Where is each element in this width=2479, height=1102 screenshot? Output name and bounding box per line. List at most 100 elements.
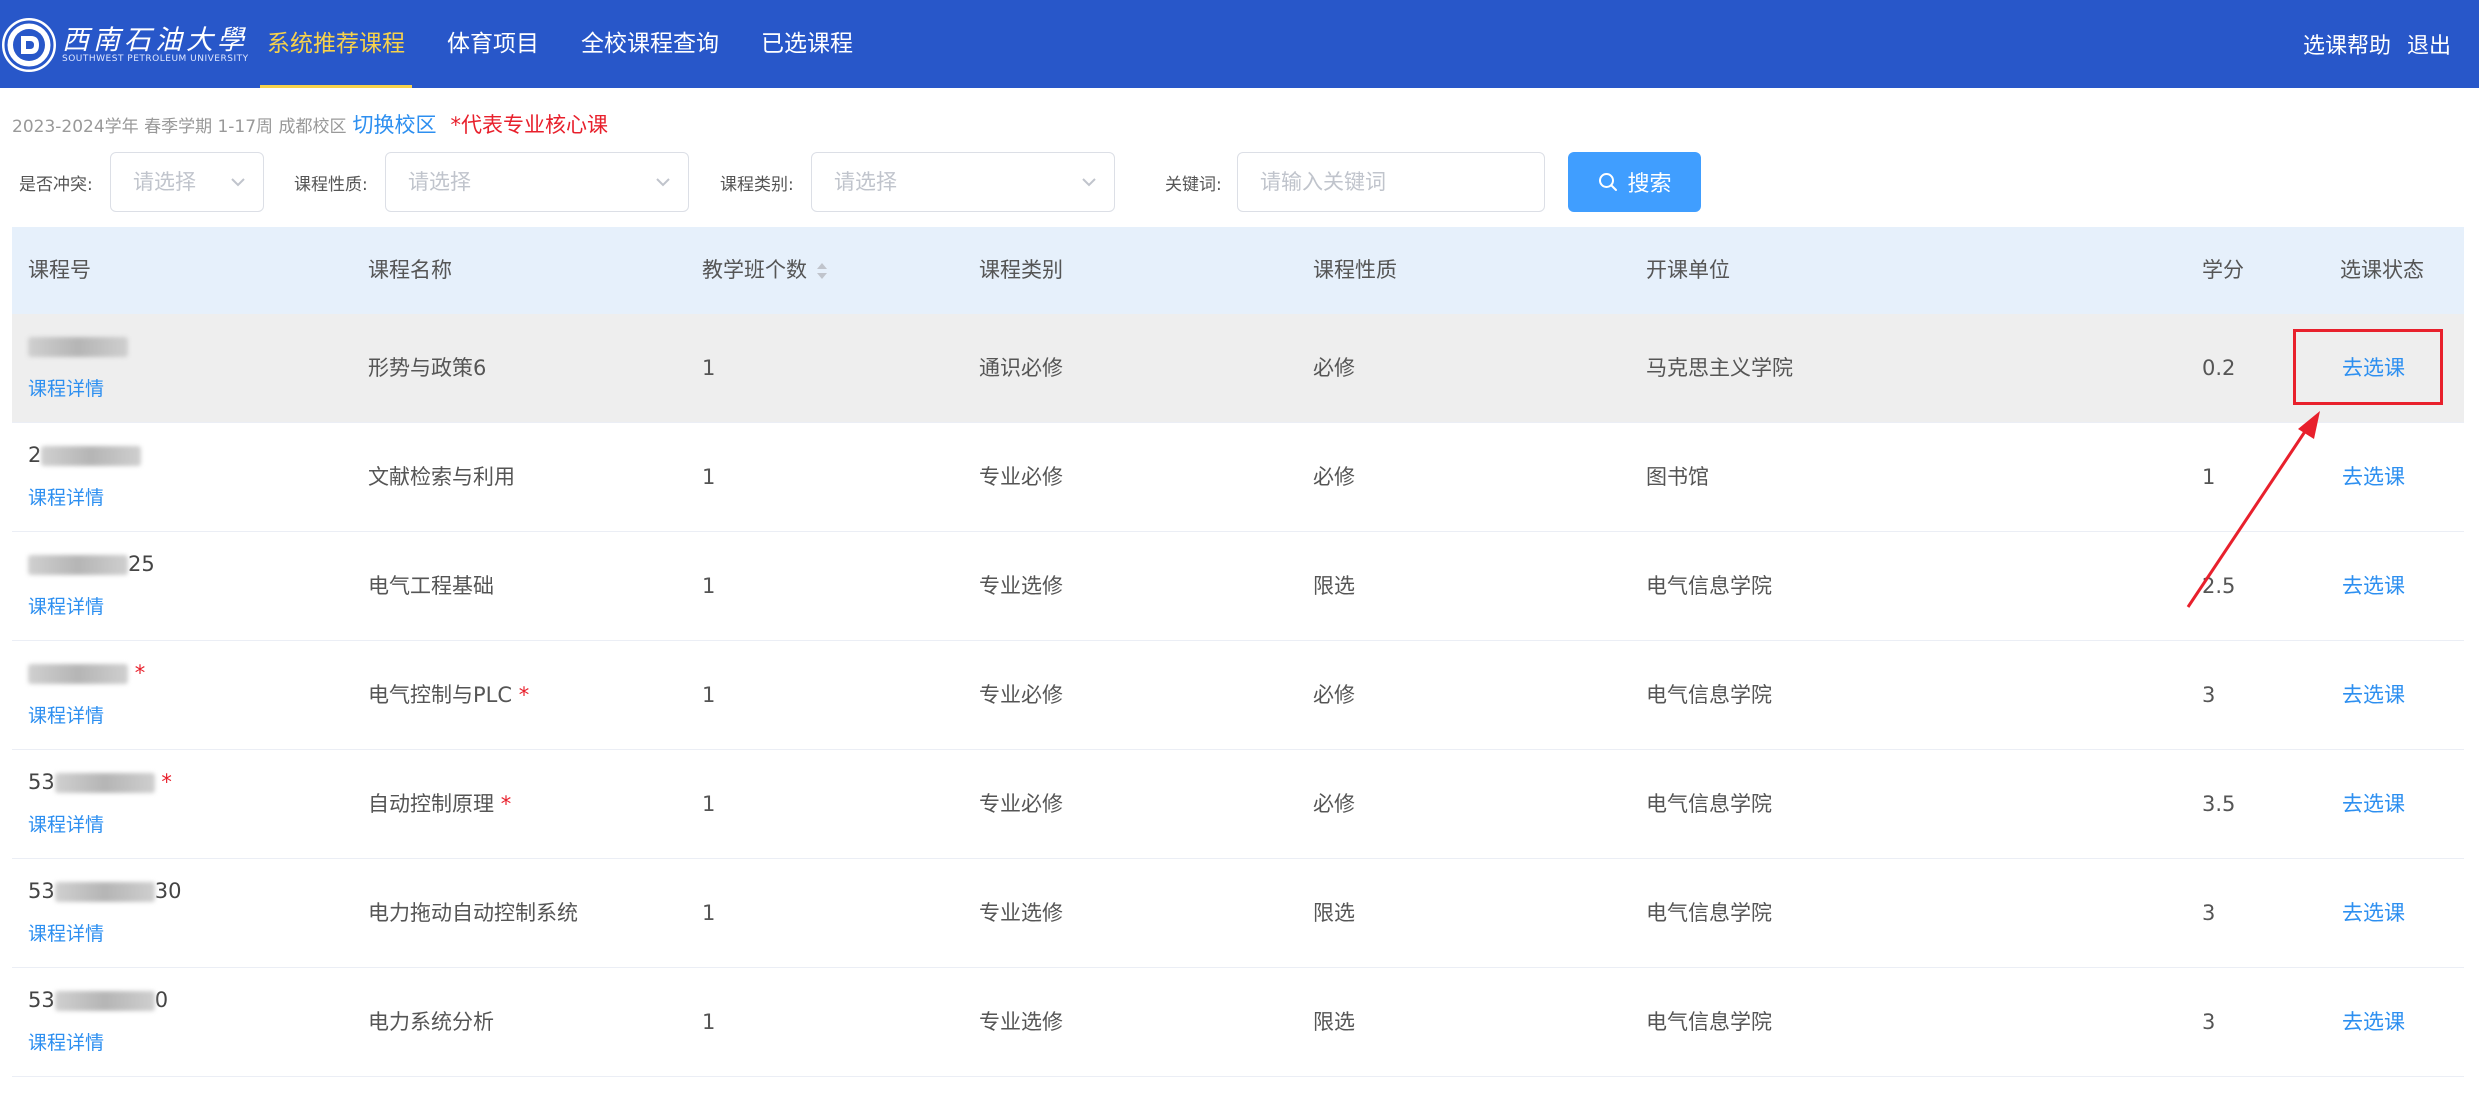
core-star: * bbox=[518, 683, 530, 707]
department: 电气信息学院 bbox=[1646, 792, 1772, 816]
conflict-select[interactable]: 请选择 bbox=[110, 152, 264, 212]
course-detail-link[interactable]: 课程详情 bbox=[28, 374, 104, 401]
nav-selected-courses[interactable]: 已选课程 bbox=[740, 0, 874, 88]
col-status: 选课状态 bbox=[2340, 258, 2424, 282]
keyword-input[interactable]: 请输入关键词 bbox=[1237, 152, 1545, 212]
core-course-note: *代表专业核心课 bbox=[450, 113, 608, 137]
col-class-count-label: 教学班个数 bbox=[702, 258, 807, 282]
course-nature: 限选 bbox=[1313, 1010, 1355, 1034]
course-name: 文献检索与利用 bbox=[368, 465, 515, 489]
university-logo[interactable]: 西南石油大學 SOUTHWEST PETROLEUM UNIVERSITY bbox=[0, 14, 248, 74]
course-name: 电力拖动自动控制系统 bbox=[368, 901, 578, 925]
table-row: 课程详情 形势与政策6 1 通识必修 必修 马克思主义学院 0.2 去选课 bbox=[12, 314, 2464, 423]
switch-campus-link[interactable]: 切换校区 bbox=[352, 109, 436, 139]
credit: 2.5 bbox=[2202, 574, 2236, 598]
select-course-link[interactable]: 去选课 bbox=[2342, 968, 2405, 1076]
course-code: 53 0 bbox=[28, 988, 169, 1012]
nature-label: 课程性质: bbox=[294, 175, 368, 195]
logo-english-name: SOUTHWEST PETROLEUM UNIVERSITY bbox=[62, 54, 249, 64]
course-code: 53 * bbox=[28, 770, 172, 794]
course-category: 通识必修 bbox=[979, 356, 1063, 380]
redacted-code bbox=[41, 446, 142, 466]
class-count: 1 bbox=[702, 574, 716, 598]
nav-recommended-courses[interactable]: 系统推荐课程 bbox=[246, 0, 426, 88]
course-category: 专业必修 bbox=[979, 792, 1063, 816]
help-link[interactable]: 选课帮助 bbox=[2303, 28, 2391, 60]
logout-link[interactable]: 退出 bbox=[2407, 28, 2451, 60]
course-nature: 限选 bbox=[1313, 901, 1355, 925]
course-detail-link[interactable]: 课程详情 bbox=[28, 701, 104, 728]
keyword-placeholder: 请输入关键词 bbox=[1260, 170, 1386, 194]
select-course-link[interactable]: 去选课 bbox=[2342, 532, 2405, 640]
credit: 1 bbox=[2202, 465, 2216, 489]
redacted-code bbox=[28, 555, 128, 575]
select-course-link[interactable]: 去选课 bbox=[2342, 859, 2405, 967]
course-detail-link[interactable]: 课程详情 bbox=[28, 810, 104, 837]
category-select[interactable]: 请选择 bbox=[811, 152, 1115, 212]
col-department: 开课单位 bbox=[1646, 258, 1730, 282]
nature-placeholder: 请选择 bbox=[408, 170, 471, 194]
course-code: * bbox=[28, 661, 145, 685]
course-name: 电气控制与PLC * bbox=[368, 683, 530, 707]
credit: 3 bbox=[2202, 683, 2216, 707]
course-table: 课程号 课程名称 教学班个数 课程类别 课程性质 开课单位 学分 选课状态 课程… bbox=[12, 227, 2464, 1077]
nav-all-courses[interactable]: 全校课程查询 bbox=[560, 0, 740, 88]
course-code bbox=[28, 334, 128, 358]
col-category: 课程类别 bbox=[979, 258, 1063, 282]
nature-select[interactable]: 请选择 bbox=[385, 152, 689, 212]
course-category: 专业必修 bbox=[979, 683, 1063, 707]
redacted-code bbox=[54, 773, 155, 793]
term-text: 2023-2024学年 春季学期 1-17周 成都校区 bbox=[12, 116, 347, 137]
select-course-link[interactable]: 去选课 bbox=[2342, 750, 2405, 858]
logo-chinese-name: 西南石油大學 bbox=[62, 25, 248, 56]
col-class-count[interactable]: 教学班个数 bbox=[702, 227, 829, 314]
course-category: 专业选修 bbox=[979, 574, 1063, 598]
core-star: * bbox=[161, 770, 172, 794]
credit: 3 bbox=[2202, 1010, 2216, 1034]
course-code: 2 bbox=[28, 443, 142, 467]
search-button-label: 搜索 bbox=[1627, 172, 1672, 197]
course-nature: 必修 bbox=[1313, 356, 1355, 380]
course-category: 专业选修 bbox=[979, 1010, 1063, 1034]
class-count: 1 bbox=[702, 901, 716, 925]
course-nature: 必修 bbox=[1313, 683, 1355, 707]
table-row: 53 0 课程详情 电力系统分析 1 专业选修 限选 电气信息学院 3 去选课 bbox=[12, 968, 2464, 1077]
chevron-down-icon bbox=[656, 178, 670, 187]
core-star: * bbox=[134, 661, 146, 685]
col-course-name: 课程名称 bbox=[368, 258, 452, 282]
course-detail-link[interactable]: 课程详情 bbox=[28, 1028, 104, 1055]
table-row: 25 课程详情 电气工程基础 1 专业选修 限选 电气信息学院 2.5 去选课 bbox=[12, 532, 2464, 641]
table-row: 53 30 课程详情 电力拖动自动控制系统 1 专业选修 限选 电气信息学院 3 … bbox=[12, 859, 2464, 968]
course-name: 形势与政策6 bbox=[368, 356, 487, 380]
table-header: 课程号 课程名称 教学班个数 课程类别 课程性质 开课单位 学分 选课状态 bbox=[12, 227, 2464, 314]
select-course-link[interactable]: 去选课 bbox=[2342, 314, 2405, 422]
sort-icon[interactable] bbox=[815, 260, 829, 282]
course-name: 自动控制原理 * bbox=[368, 792, 512, 816]
department: 电气信息学院 bbox=[1646, 683, 1772, 707]
redacted-code bbox=[28, 664, 128, 684]
credit: 3 bbox=[2202, 901, 2216, 925]
course-name: 电力系统分析 bbox=[368, 1010, 494, 1034]
course-category: 专业选修 bbox=[979, 901, 1063, 925]
course-detail-link[interactable]: 课程详情 bbox=[28, 483, 104, 510]
redacted-code bbox=[28, 337, 128, 357]
course-nature: 限选 bbox=[1313, 574, 1355, 598]
category-placeholder: 请选择 bbox=[834, 170, 897, 194]
department: 电气信息学院 bbox=[1646, 574, 1772, 598]
class-count: 1 bbox=[702, 465, 716, 489]
table-row: 53 * 课程详情 自动控制原理 * 1 专业必修 必修 电气信息学院 3.5 … bbox=[12, 750, 2464, 859]
select-course-link[interactable]: 去选课 bbox=[2342, 641, 2405, 749]
course-detail-link[interactable]: 课程详情 bbox=[28, 592, 104, 619]
select-course-link[interactable]: 去选课 bbox=[2342, 423, 2405, 531]
col-credit: 学分 bbox=[2202, 258, 2244, 282]
col-nature: 课程性质 bbox=[1313, 258, 1397, 282]
credit: 3.5 bbox=[2202, 792, 2236, 816]
redacted-code bbox=[54, 991, 155, 1011]
course-code: 25 bbox=[28, 552, 155, 576]
keyword-label: 关键词: bbox=[1165, 175, 1222, 195]
nav-sports[interactable]: 体育项目 bbox=[426, 0, 560, 88]
course-detail-link[interactable]: 课程详情 bbox=[28, 919, 104, 946]
search-button[interactable]: 搜索 bbox=[1568, 152, 1701, 212]
course-nature: 必修 bbox=[1313, 465, 1355, 489]
search-icon bbox=[1599, 173, 1618, 191]
